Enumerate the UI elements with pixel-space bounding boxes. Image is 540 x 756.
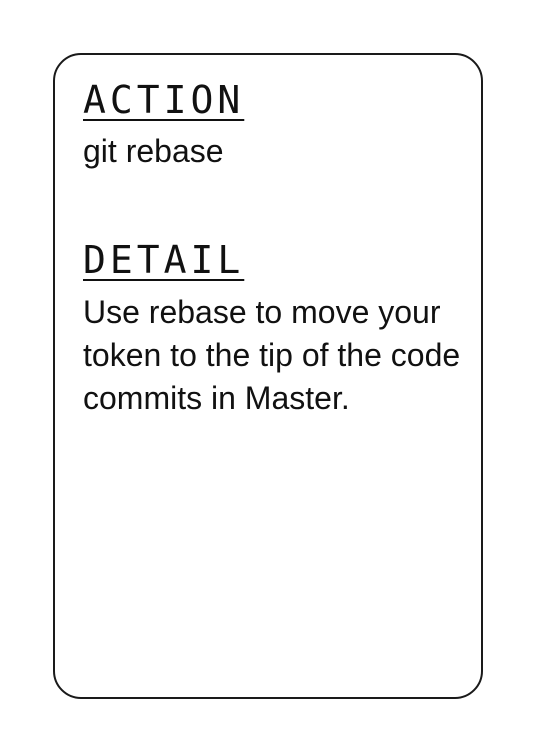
detail-heading: DETAIL	[83, 238, 245, 282]
game-card: ACTION git rebase DETAIL Use rebase to m…	[53, 53, 483, 699]
detail-text: Use rebase to move your token to the tip…	[83, 294, 461, 416]
action-heading: ACTION	[83, 78, 245, 122]
action-text: git rebase	[83, 133, 224, 169]
